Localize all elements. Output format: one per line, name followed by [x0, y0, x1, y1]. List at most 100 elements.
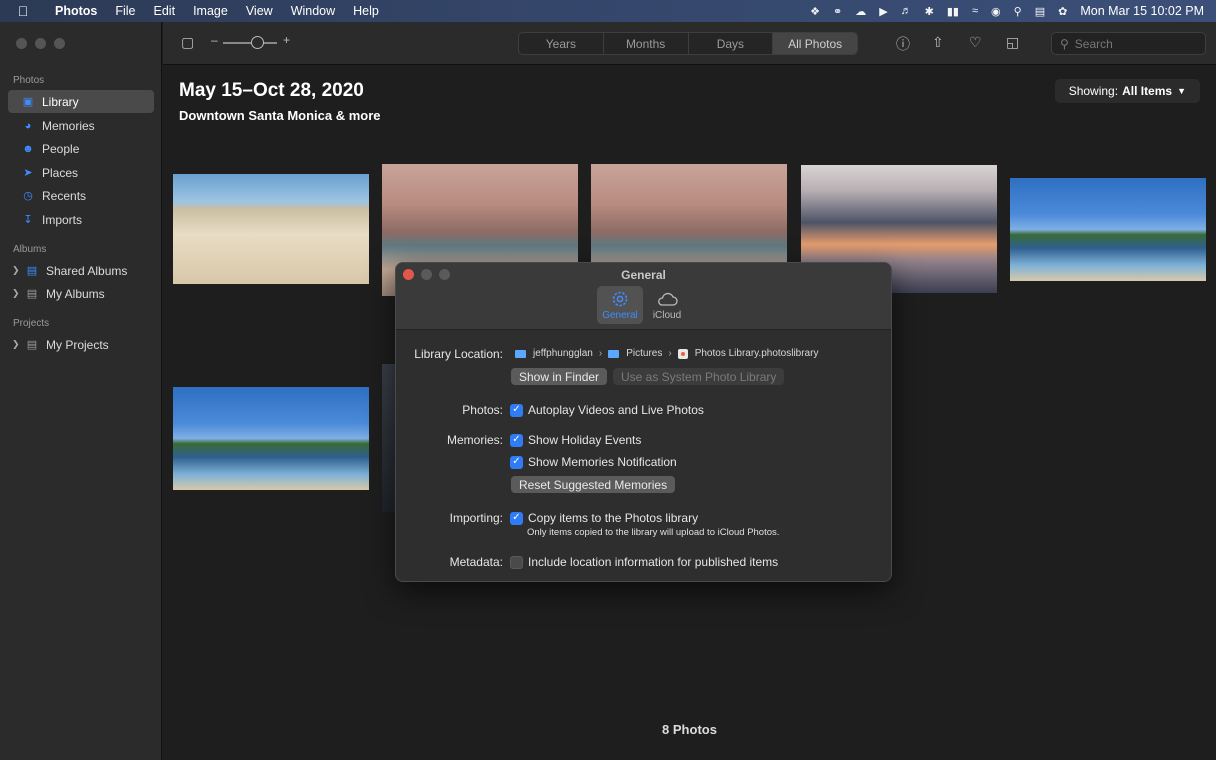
importing-label: Importing: [449, 511, 503, 525]
sidebar-item-places[interactable]: ➤ Places [8, 161, 154, 184]
play-icon[interactable]: ▶ [879, 5, 887, 18]
show-in-finder-button[interactable]: Show in Finder [511, 368, 608, 385]
chevron-right-icon[interactable]: ❯ [12, 288, 20, 299]
dropbox-icon[interactable]: ❖ [810, 5, 820, 18]
menu-view[interactable]: View [237, 4, 282, 18]
preferences-dialog: General General iCloud Library Location:… [395, 262, 892, 582]
search-icon[interactable]: ⚲ [1014, 5, 1022, 18]
sidebar-item-label: Library [42, 94, 79, 109]
battery-icon[interactable]: ▮▮ [947, 5, 959, 18]
photo-thumbnail[interactable] [1010, 178, 1206, 281]
sidebar-item-shared-albums[interactable]: ❯ ▤ Shared Albums [8, 259, 154, 282]
people-icon: ☻ [22, 142, 34, 155]
sidebar-item-imports[interactable]: ↧ Imports [8, 208, 154, 231]
showing-value: All Items [1122, 84, 1173, 98]
tab-days[interactable]: Days [689, 33, 774, 54]
notification-checkbox-row[interactable]: ✓ Show Memories Notification [510, 455, 677, 469]
include-location-checkbox[interactable] [510, 555, 523, 569]
menubar-clock[interactable]: Mon Mar 15 10:02 PM [1080, 4, 1204, 18]
close-window-button[interactable] [16, 38, 27, 49]
slideshow-icon[interactable]: ▢ [181, 34, 194, 51]
zoom-window-button[interactable] [54, 38, 65, 49]
search-input[interactable] [1074, 36, 1195, 51]
library-path-breadcrumb[interactable]: jeffphungglan › Pictures › Photos Librar… [515, 348, 818, 359]
memories-notification-checkbox[interactable]: ✓ [510, 455, 523, 469]
copy-items-checkbox-row[interactable]: ✓ Copy items to the Photos library [510, 511, 698, 525]
sidebar-item-my-albums[interactable]: ❯ ▤ My Albums [8, 282, 154, 305]
folder-icon [515, 349, 526, 358]
path-segment: Photos Library.photoslibrary [694, 348, 819, 359]
autoplay-checkbox[interactable]: ✓ [510, 403, 523, 417]
zoom-out-button[interactable]: – [211, 33, 218, 47]
wifi-icon[interactable]: ≈ [972, 5, 978, 17]
sidebar-item-label: People [42, 141, 80, 156]
sidebar-item-label: Places [42, 165, 79, 180]
menu-help[interactable]: Help [344, 4, 388, 18]
photo-thumbnail[interactable] [382, 364, 396, 512]
menu-edit[interactable]: Edit [145, 4, 185, 18]
sidebar-item-label: Recents [42, 188, 87, 203]
sidebar-item-label: Shared Albums [46, 263, 128, 278]
page-subtitle: Downtown Santa Monica & more [179, 108, 381, 123]
sidebar-item-memories[interactable]: ◕ Memories [8, 114, 154, 137]
chevron-right-icon: › [598, 348, 603, 359]
page-title: May 15–Oct 28, 2020 [179, 80, 364, 101]
location-checkbox-row[interactable]: Include location information for publish… [510, 555, 778, 569]
search-icon: ⚲ [1060, 36, 1069, 51]
user-icon[interactable]: ◉ [991, 5, 1001, 18]
sidebar-item-library[interactable]: ▣ Library [8, 90, 154, 113]
zoom-slider-knob[interactable] [251, 36, 264, 49]
menu-image[interactable]: Image [184, 4, 237, 18]
tab-months[interactable]: Months [604, 33, 689, 54]
apple-menu-icon[interactable]:  [0, 3, 46, 19]
sidebar-section-albums: Albums [13, 244, 47, 255]
autoplay-checkbox-row[interactable]: ✓ Autoplay Videos and Live Photos [510, 403, 704, 417]
photo-thumbnail[interactable] [173, 387, 369, 490]
chevron-right-icon: › [668, 348, 672, 359]
tab-icloud-label: iCloud [652, 310, 682, 321]
chevron-right-icon[interactable]: ❯ [12, 339, 20, 350]
rotate-icon[interactable]: ◱ [1006, 34, 1019, 51]
holiday-checkbox-row[interactable]: ✓ Show Holiday Events [510, 433, 641, 447]
share-icon[interactable]: ⇧ [932, 34, 944, 51]
chevron-right-icon[interactable]: ❯ [12, 265, 20, 276]
zoom-slider-track[interactable] [223, 42, 277, 44]
holiday-events-label: Show Holiday Events [528, 433, 642, 447]
menu-app-name[interactable]: Photos [46, 4, 106, 18]
photo-thumbnail[interactable] [173, 174, 369, 284]
copy-items-checkbox[interactable]: ✓ [510, 511, 523, 525]
menu-window[interactable]: Window [282, 4, 344, 18]
sidebar-item-my-projects[interactable]: ❯ ▤ My Projects [8, 333, 154, 356]
memories-icon: ◕ [24, 119, 32, 132]
bluetooth-icon[interactable]: ✱ [925, 5, 934, 18]
tab-general[interactable]: General [597, 286, 643, 324]
cloud-upload-icon[interactable]: ☁ [855, 5, 866, 18]
my-albums-icon: ▤ [26, 287, 38, 300]
recents-icon: ◷ [23, 189, 33, 202]
holiday-events-checkbox[interactable]: ✓ [510, 433, 523, 447]
menu-bar:  Photos File Edit Image View Window Hel… [0, 0, 1216, 22]
photo-count: 8 Photos [662, 722, 717, 737]
info-icon[interactable]: ⓘ [896, 34, 910, 54]
tab-all-photos[interactable]: All Photos [773, 33, 857, 54]
control-center-icon[interactable]: ▤ [1035, 5, 1045, 18]
menu-file[interactable]: File [106, 4, 144, 18]
zoom-in-button[interactable]: + [283, 33, 290, 47]
sidebar-item-people[interactable]: ☻ People [8, 137, 154, 160]
reset-suggested-memories-button[interactable]: Reset Suggested Memories [511, 476, 676, 493]
sidebar-item-recents[interactable]: ◷ Recents [8, 184, 154, 207]
tab-general-label: General [602, 310, 638, 321]
tab-icloud[interactable]: iCloud [644, 286, 690, 324]
search-field[interactable]: ⚲ [1051, 32, 1206, 55]
minimize-window-button[interactable] [35, 38, 46, 49]
volume-icon[interactable]: ♬ [901, 5, 912, 17]
copy-items-label: Copy items to the Photos library [528, 511, 699, 525]
favorite-heart-icon[interactable]: ♡ [969, 34, 982, 51]
creative-cloud-icon[interactable]: ⚭ [833, 5, 842, 18]
use-as-system-library-button[interactable]: Use as System Photo Library [613, 368, 785, 385]
tab-years[interactable]: Years [519, 33, 604, 54]
window-controls [16, 38, 65, 49]
showing-filter-dropdown[interactable]: Showing: All Items ▼ [1054, 79, 1200, 103]
photos-library-icon [677, 348, 688, 359]
siri-icon[interactable]: ✿ [1058, 5, 1067, 18]
